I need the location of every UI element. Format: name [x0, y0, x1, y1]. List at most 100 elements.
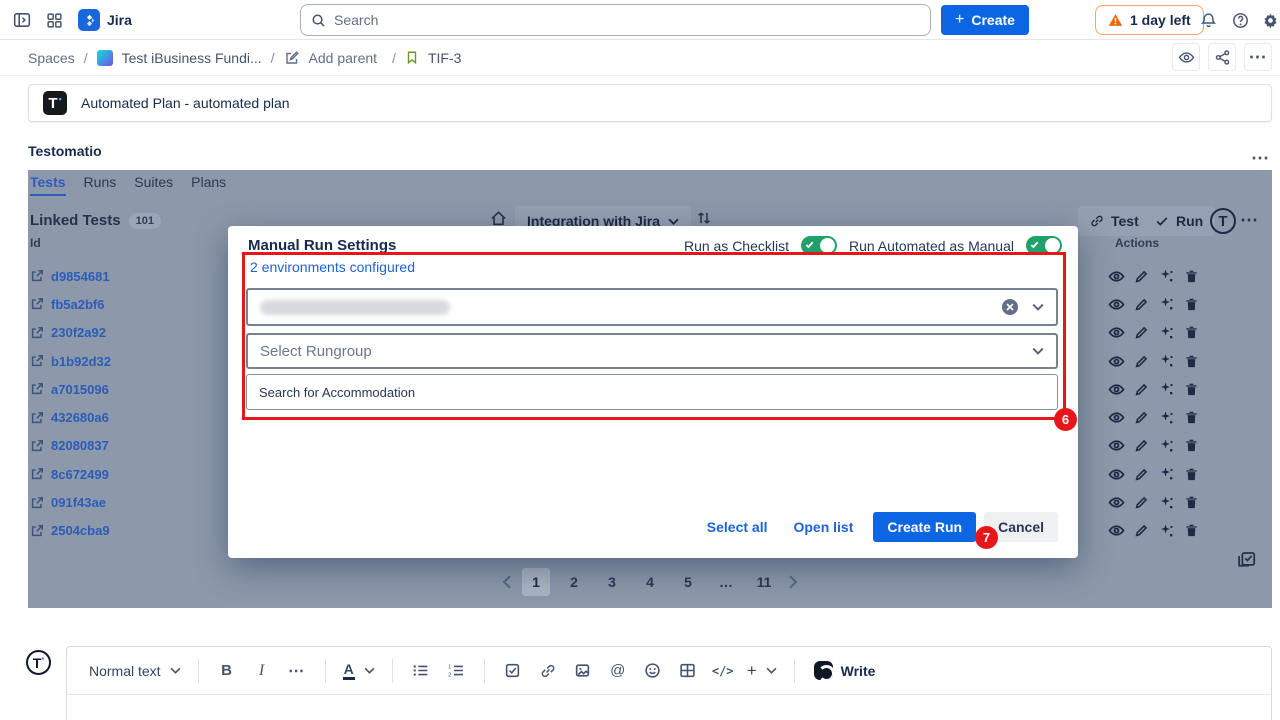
insert-image-button[interactable] [572, 658, 594, 684]
test-search-input[interactable] [259, 385, 1045, 400]
editor-content-area[interactable] [67, 695, 1271, 720]
next-page-icon[interactable] [788, 575, 798, 589]
edit-pencil-icon[interactable] [1133, 409, 1150, 426]
test-id-link[interactable]: b1b92d32 [30, 354, 111, 369]
ai-sparkles-icon[interactable] [1158, 409, 1175, 426]
run-button[interactable]: Run [1143, 206, 1215, 236]
share-icon[interactable] [1208, 43, 1236, 71]
home-icon[interactable] [490, 210, 507, 227]
test-id-link[interactable]: 091f43ae [30, 495, 106, 510]
widget-more-icon[interactable]: ⋯ [1251, 148, 1270, 169]
test-id-link[interactable]: 432680a6 [30, 410, 109, 425]
edit-pencil-icon[interactable] [1133, 522, 1150, 539]
ai-sparkles-icon[interactable] [1158, 522, 1175, 539]
delete-trash-icon[interactable] [1183, 324, 1200, 341]
code-block-button[interactable]: </> [712, 658, 734, 684]
breadcrumb-add-parent[interactable]: Add parent [309, 50, 378, 66]
view-eye-icon[interactable] [1108, 381, 1125, 398]
ai-sparkles-icon[interactable] [1158, 353, 1175, 370]
view-eye-icon[interactable] [1108, 324, 1125, 341]
global-search[interactable] [300, 4, 931, 36]
test-id-link[interactable]: 230f2a92 [30, 325, 106, 340]
edit-pencil-icon[interactable] [1133, 437, 1150, 454]
testomatio-logo-icon[interactable]: T [1210, 208, 1236, 234]
environments-configured-link[interactable]: 2 environments configured [250, 259, 415, 275]
create-run-button[interactable]: Create Run [873, 512, 976, 542]
environment-select[interactable] [246, 288, 1058, 326]
tab-suites[interactable]: Suites [134, 174, 173, 196]
edit-pencil-icon[interactable] [1133, 268, 1150, 285]
page-button[interactable]: 5 [674, 568, 702, 596]
delete-trash-icon[interactable] [1183, 381, 1200, 398]
create-button[interactable]: + Create [941, 5, 1029, 35]
test-search-field[interactable] [246, 374, 1058, 410]
breadcrumb-issue-key[interactable]: TIF-3 [428, 50, 461, 66]
text-format-more-button[interactable]: ⋯ [286, 658, 308, 684]
sort-icon[interactable] [696, 210, 712, 226]
bullet-list-button[interactable] [410, 658, 432, 684]
view-eye-icon[interactable] [1108, 494, 1125, 511]
delete-trash-icon[interactable] [1183, 296, 1200, 313]
delete-trash-icon[interactable] [1183, 409, 1200, 426]
bold-button[interactable]: B [216, 658, 238, 684]
edit-pencil-icon[interactable] [1133, 494, 1150, 511]
notifications-icon[interactable] [1194, 6, 1222, 34]
jira-home-link[interactable]: Jira [78, 9, 132, 31]
view-eye-icon[interactable] [1108, 466, 1125, 483]
open-list-link[interactable]: Open list [793, 519, 853, 535]
ai-sparkles-icon[interactable] [1158, 494, 1175, 511]
more-actions-icon[interactable]: ⋯ [1244, 43, 1272, 71]
insert-table-button[interactable] [677, 658, 699, 684]
page-button[interactable]: 2 [560, 568, 588, 596]
run-as-checklist-toggle[interactable] [801, 236, 837, 255]
ai-sparkles-icon[interactable] [1158, 437, 1175, 454]
page-button[interactable]: 3 [598, 568, 626, 596]
insert-link-button[interactable] [537, 658, 559, 684]
task-list-button[interactable] [502, 658, 524, 684]
clear-selection-icon[interactable] [1002, 299, 1018, 315]
view-eye-icon[interactable] [1108, 522, 1125, 539]
ai-sparkles-icon[interactable] [1158, 268, 1175, 285]
edit-pencil-icon[interactable] [1133, 324, 1150, 341]
tab-tests[interactable]: Tests [30, 174, 66, 196]
edit-pencil-icon[interactable] [1133, 296, 1150, 313]
tab-runs[interactable]: Runs [84, 174, 117, 196]
run-automated-as-manual-toggle[interactable] [1026, 236, 1062, 255]
prev-page-icon[interactable] [502, 575, 512, 589]
ai-sparkles-icon[interactable] [1158, 324, 1175, 341]
link-test-button[interactable]: Test [1078, 206, 1151, 236]
automated-plan-card[interactable]: T▪ Automated Plan - automated plan [28, 84, 1272, 122]
search-input[interactable] [334, 12, 920, 28]
trial-countdown-badge[interactable]: 1 day left [1095, 5, 1204, 35]
ai-sparkles-icon[interactable] [1158, 381, 1175, 398]
tab-plans[interactable]: Plans [191, 174, 226, 196]
view-eye-icon[interactable] [1108, 296, 1125, 313]
view-eye-icon[interactable] [1108, 268, 1125, 285]
delete-trash-icon[interactable] [1183, 466, 1200, 483]
delete-trash-icon[interactable] [1183, 268, 1200, 285]
rungroup-select[interactable]: Select Rungroup [246, 333, 1058, 369]
edit-pencil-icon[interactable] [1133, 381, 1150, 398]
edit-pencil-icon[interactable] [1133, 353, 1150, 370]
test-id-link[interactable]: 8c672499 [30, 467, 109, 482]
test-id-link[interactable]: 2504cba9 [30, 523, 110, 538]
bulk-select-icon[interactable] [1237, 550, 1256, 569]
page-button[interactable]: 4 [636, 568, 664, 596]
test-id-link[interactable]: 82080837 [30, 438, 109, 453]
view-eye-icon[interactable] [1108, 409, 1125, 426]
ai-sparkles-icon[interactable] [1158, 296, 1175, 313]
mention-button[interactable]: @ [607, 658, 629, 684]
delete-trash-icon[interactable] [1183, 353, 1200, 370]
ai-sparkles-icon[interactable] [1158, 466, 1175, 483]
page-button[interactable]: 11 [750, 568, 778, 596]
delete-trash-icon[interactable] [1183, 437, 1200, 454]
test-id-link[interactable]: d9854681 [30, 269, 110, 284]
breadcrumb-project[interactable]: Test iBusiness Fundi... [122, 50, 262, 66]
test-id-link[interactable]: fb5a2bf6 [30, 297, 104, 312]
ai-write-button[interactable]: Write [814, 661, 876, 680]
edit-pencil-icon[interactable] [1133, 466, 1150, 483]
settings-gear-icon[interactable] [1256, 6, 1280, 34]
help-icon[interactable] [1226, 6, 1254, 34]
widget-toolbar-more-icon[interactable]: ⋯ [1240, 210, 1259, 231]
italic-button[interactable]: I [251, 658, 273, 684]
